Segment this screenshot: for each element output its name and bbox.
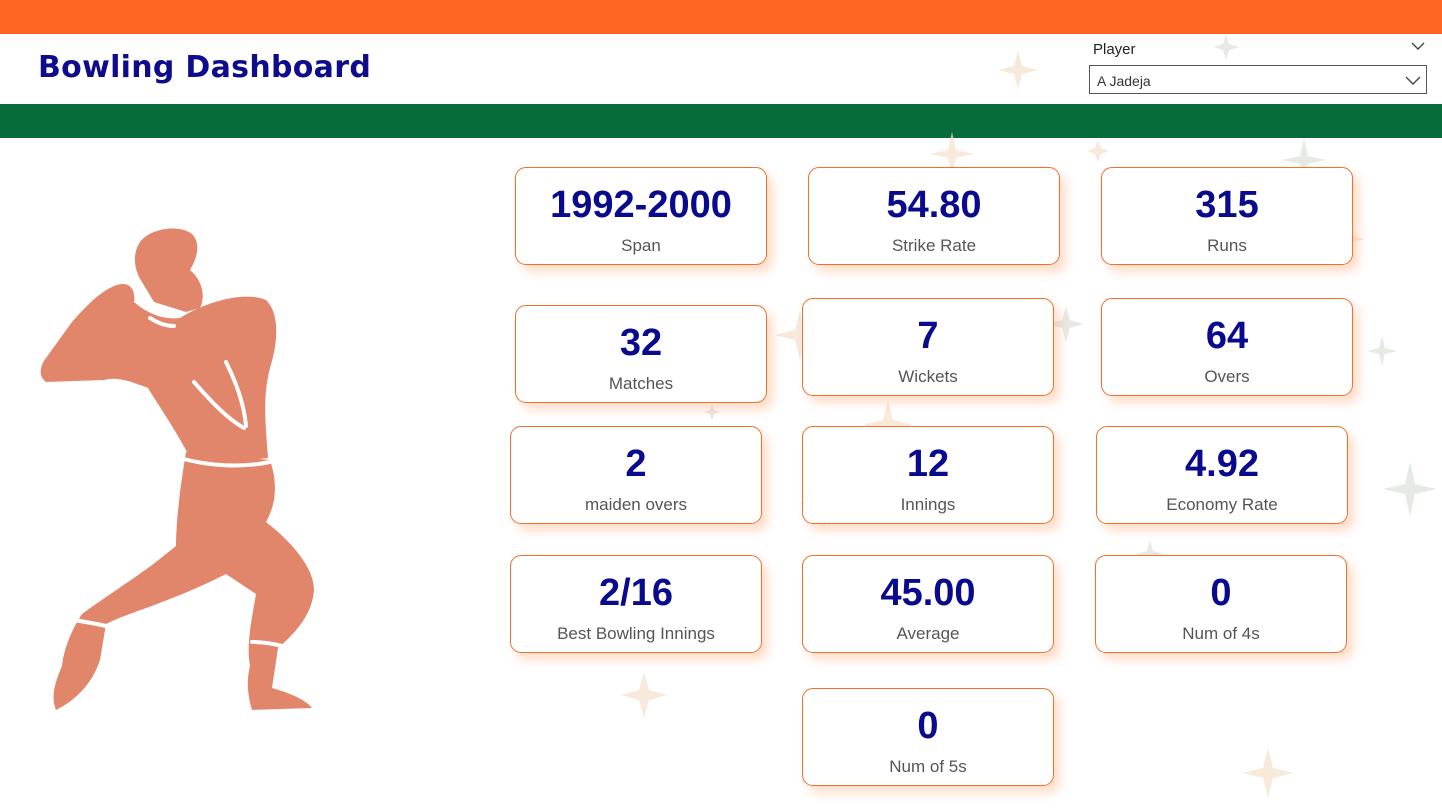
kpi-label: Matches: [608, 374, 674, 393]
kpi-value: 0: [1210, 572, 1232, 614]
kpi-label: Overs: [1204, 367, 1250, 386]
kpi-card-best-bowling-innings: 2/16 Best Bowling Innings: [510, 555, 762, 653]
kpi-value: 45.00: [880, 572, 976, 614]
top-color-band: [0, 0, 1442, 34]
player-dropdown[interactable]: A Jadeja: [1089, 65, 1427, 94]
chevron-down-icon[interactable]: [1410, 38, 1426, 54]
kpi-card-wickets: 7 Wickets: [802, 298, 1054, 396]
kpi-label: Num of 5s: [889, 757, 967, 776]
kpi-card-economy-rate: 4.92 Economy Rate: [1096, 426, 1348, 524]
kpi-value: 64: [1205, 315, 1249, 357]
kpi-value: 2: [625, 443, 647, 485]
kpi-label: maiden overs: [584, 495, 688, 514]
kpi-value: 0: [917, 705, 939, 747]
kpi-value: 54.80: [886, 184, 982, 226]
kpi-value: 12: [906, 443, 950, 485]
kpi-card-overs: 64 Overs: [1101, 298, 1353, 396]
kpi-card-span: 1992-2000 Span: [515, 167, 767, 265]
kpi-card-runs: 315 Runs: [1101, 167, 1353, 265]
kpi-card-num-of-4s: 0 Num of 4s: [1095, 555, 1347, 653]
kpi-card-average: 45.00 Average: [802, 555, 1054, 653]
kpi-label: Num of 4s: [1182, 624, 1260, 643]
kpi-value: 7: [917, 315, 939, 357]
player-slicer-label: Player: [1093, 41, 1136, 58]
kpi-label: Average: [896, 624, 960, 643]
kpi-value: 32: [619, 322, 663, 364]
player-dropdown-value: A Jadeja: [1097, 73, 1151, 89]
kpi-value: 1992-2000: [550, 184, 732, 226]
kpi-label: Span: [621, 236, 661, 255]
kpi-card-matches: 32 Matches: [515, 305, 767, 403]
kpi-card-num-of-5s: 0 Num of 5s: [802, 688, 1054, 786]
kpi-value: 2/16: [599, 572, 673, 614]
kpi-label: Runs: [1207, 236, 1247, 255]
page-title: Bowling Dashboard: [38, 50, 372, 85]
cricket-bowler-illustration: [40, 228, 315, 710]
kpi-label: Strike Rate: [891, 236, 977, 255]
player-slicer: Player A Jadeja: [1088, 36, 1430, 98]
kpi-label: Economy Rate: [1166, 495, 1278, 514]
kpi-card-maiden-overs: 2 maiden overs: [510, 426, 762, 524]
kpi-card-strike-rate: 54.80 Strike Rate: [808, 167, 1060, 265]
kpi-label: Wickets: [898, 367, 958, 386]
kpi-value: 4.92: [1185, 443, 1259, 485]
kpi-label: Innings: [900, 495, 956, 514]
kpi-card-innings: 12 Innings: [802, 426, 1054, 524]
green-color-band: [0, 104, 1442, 138]
kpi-label: Best Bowling Innings: [557, 624, 715, 643]
kpi-value: 315: [1195, 184, 1259, 226]
chevron-down-icon: [1405, 76, 1421, 85]
